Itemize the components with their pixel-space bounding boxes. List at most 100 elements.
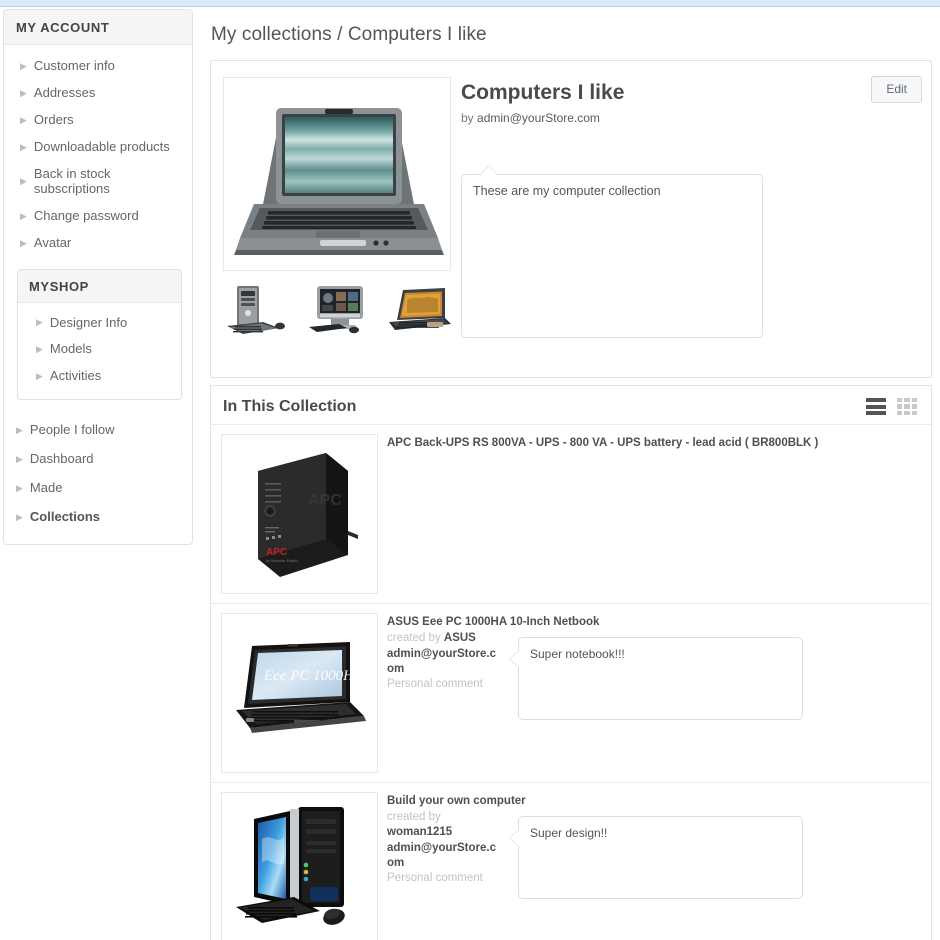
created-by-label: created by [387,632,444,645]
custom-desktop-product-image[interactable] [221,792,378,940]
personal-comment-label: Personal comment [387,678,483,691]
product-owner-email[interactable]: admin@yourStore.com [387,841,496,871]
product-title[interactable]: APC Back-UPS RS 800VA - UPS - 800 VA - U… [387,436,818,450]
chevron-right-icon: ▶ [20,176,27,187]
creator-name[interactable]: ASUS [444,632,476,644]
sidebar-heading-my-account: MY ACCOUNT [4,10,192,45]
sidebar-item-label: Orders [33,111,74,127]
product-info: APC Back-UPS RS 800VA - UPS - 800 VA - U… [378,434,818,594]
product-creator: created by ASUS [387,631,496,646]
chevron-right-icon: ▶ [20,114,27,125]
product-row: APC by Schneider Electric APC APC Back-UPS … [211,424,931,603]
breadcrumb[interactable]: My collections / Computers I like [200,9,936,60]
sidebar-item-avatar[interactable]: ▶ Avatar [4,230,192,257]
sidebar-account-nav: ▶ Customer info ▶ Addresses ▶ Orders ▶ Download… [4,45,192,259]
chevron-right-icon: ▶ [16,483,23,494]
collection-author: by admin@yourStore.com [461,111,600,125]
collection-cover-image[interactable] [223,77,451,271]
sidebar-item-label: Back in stock subscriptions [33,165,111,196]
apc-ups-product-image[interactable]: APC by Schneider Electric APC [221,434,378,594]
product-creator: created by woman1215 [387,810,496,840]
sidebar: MY ACCOUNT ▶ Customer info ▶ Addresses ▶ Orde… [3,9,193,546]
collection-description-text: These are my computer collection [473,184,661,198]
product-info: ASUS Eee PC 1000HA 10-Inch Netbook create… [378,613,599,773]
product-list: APC by Schneider Electric APC APC Back-UPS … [211,424,931,940]
list-view-icon[interactable] [866,398,886,415]
sidebar-item-customer-info[interactable]: ▶ Customer info [4,53,192,80]
thumbnail-desktop-tower[interactable] [223,282,295,338]
sidebar-item-designer-info[interactable]: ▶ Designer Info [18,310,181,337]
personal-comment-label: Personal comment [387,872,483,885]
in-this-collection-title: In This Collection [223,398,357,415]
by-prefix: by [461,111,474,125]
product-owner-email[interactable]: admin@yourStore.com [387,647,496,677]
collection-title: Computers I like [461,81,625,104]
sidebar-item-label: Avatar [33,234,72,250]
creator-name[interactable]: woman1215 [387,826,452,838]
asus-netbook-product-image[interactable]: Eee PC 1000HA [221,613,378,773]
sidebar-item-label: Downloadable products [33,138,170,154]
sidebar-item-label: People I follow [29,422,115,438]
laptop-icon [383,282,455,338]
thumbnail-laptop[interactable] [383,282,455,338]
sidebar-item-label: Models [49,341,92,357]
sidebar-item-label: Activities [49,368,102,384]
chevron-right-icon: ▶ [16,512,23,523]
laptop-cover-svg [224,78,450,270]
edit-button[interactable]: Edit [871,76,922,103]
grid-view-icon[interactable] [897,398,917,415]
sidebar-item-back-in-stock-subscriptions[interactable]: ▶ Back in stock subscriptions [4,161,192,203]
sidebar-item-dashboard[interactable]: ▶ Dashboard [4,445,192,474]
sidebar-item-collections[interactable]: ▶ Collections [4,503,192,532]
product-title[interactable]: Build your own computer [387,794,526,808]
collection-description-bubble[interactable]: These are my computer collection [461,165,763,338]
collection-thumbnails [223,279,455,341]
sidebar-item-label: Change password [33,207,139,223]
sidebar-item-label: Collections [29,509,100,525]
thumbnail-all-in-one-pc[interactable] [303,282,375,338]
in-this-collection-header: In This Collection [211,386,931,424]
chevron-right-icon: ▶ [36,344,43,355]
top-band [0,0,940,7]
chevron-right-icon: ▶ [20,237,27,248]
sidebar-item-people-i-follow[interactable]: ▶ People I follow [4,416,192,445]
product-title[interactable]: ASUS Eee PC 1000HA 10-Inch Netbook [387,615,599,629]
chevron-right-icon: ▶ [20,141,27,152]
in-this-collection-card: In This Collection APC by Schneider Elect… [210,385,932,940]
sidebar-item-models[interactable]: ▶ Models [18,336,181,363]
main-content: My collections / Computers I like Comput… [200,9,936,940]
sidebar-myshop-panel: MYSHOP ▶ Designer Info ▶ Models ▶ Activities [17,268,182,401]
sidebar-item-change-password[interactable]: ▶ Change password [4,203,192,230]
sidebar-item-label: Designer Info [49,314,128,330]
chevron-right-icon: ▶ [20,210,27,221]
sidebar-item-addresses[interactable]: ▶ Addresses [4,80,192,107]
svg-text:by Schneider Electric: by Schneider Electric [266,559,298,563]
created-by-label: created by [387,811,441,824]
page-root: MY ACCOUNT ▶ Customer info ▶ Addresses ▶ Orde… [0,0,940,940]
author-email[interactable]: admin@yourStore.com [477,111,600,125]
view-toggle-group [866,398,917,415]
sidebar-item-label: Made [29,480,63,496]
personal-comment-text: Super notebook!!! [530,647,625,661]
sidebar-item-orders[interactable]: ▶ Orders [4,107,192,134]
chevron-right-icon: ▶ [16,425,23,436]
chevron-right-icon: ▶ [20,60,27,71]
all-in-one-pc-icon [303,282,375,338]
bubble-tail-inner [480,166,498,176]
personal-comment-bubble[interactable]: Super notebook!!! [509,637,803,720]
sidebar-item-made[interactable]: ▶ Made [4,474,192,503]
collection-header-card: Computers I like by admin@yourStore.com … [210,60,932,378]
personal-comment-text: Super design!! [530,826,608,840]
sidebar-item-label: Addresses [33,84,96,100]
product-row: Eee PC 1000HA ASUS Eee PC 1000HA 10-Inch … [211,603,931,782]
chevron-right-icon: ▶ [36,371,43,382]
bubble-tail-inner [510,829,520,847]
chevron-right-icon: ▶ [20,87,27,98]
sidebar-heading-myshop: MYSHOP [18,269,181,303]
product-row: Build your own computer created by woman1… [211,782,931,940]
sidebar-item-downloadable-products[interactable]: ▶ Downloadable products [4,134,192,161]
bubble-tail-inner [510,650,520,668]
sidebar-bottom-nav: ▶ People I follow ▶ Dashboard ▶ Made ▶ Collecti… [4,412,192,534]
personal-comment-bubble[interactable]: Super design!! [509,816,803,899]
sidebar-item-activities[interactable]: ▶ Activities [18,363,181,390]
